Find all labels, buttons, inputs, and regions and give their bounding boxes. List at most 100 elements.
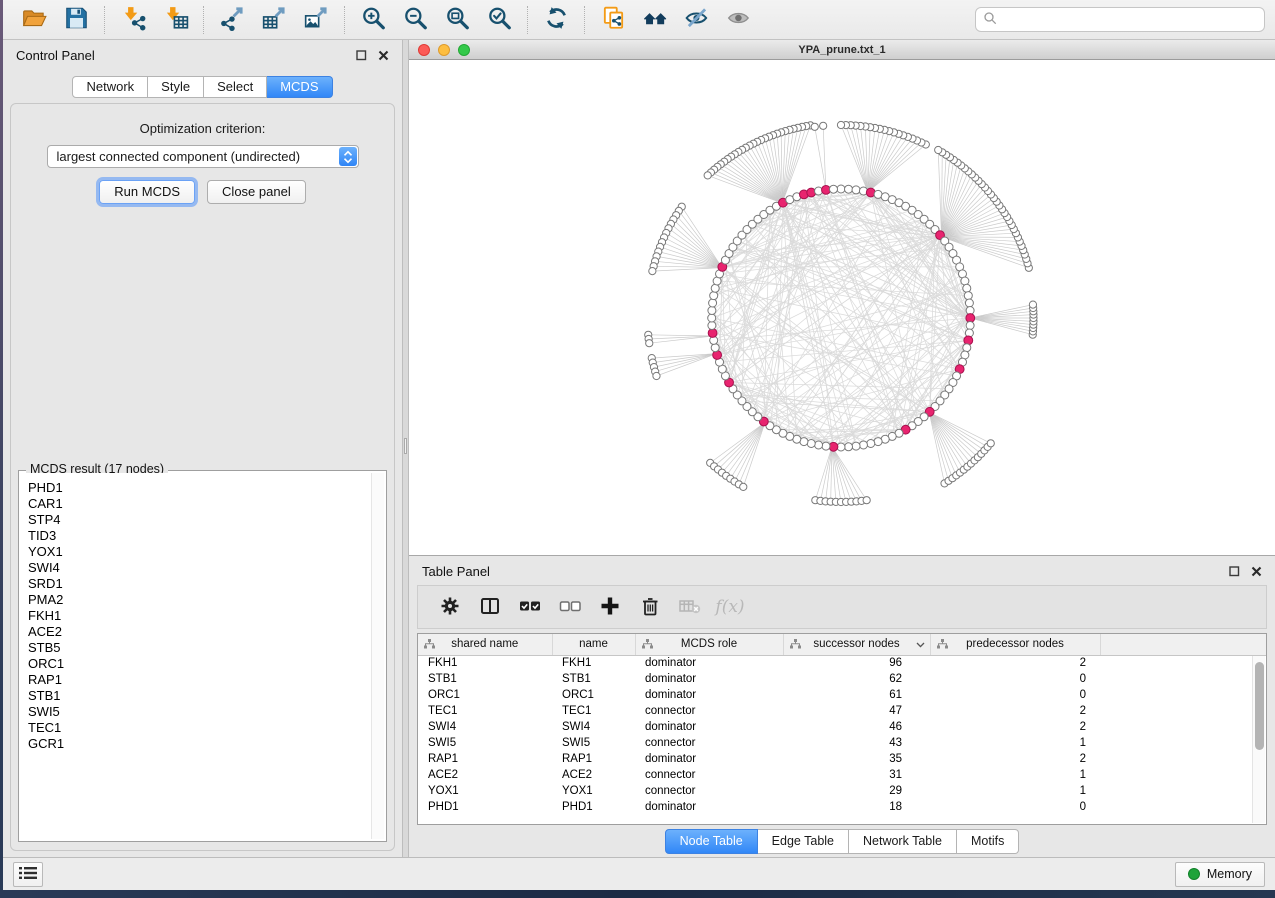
table-cell[interactable]: ACE2 bbox=[552, 767, 635, 783]
tab-network-table[interactable]: Network Table bbox=[849, 829, 957, 854]
graph-node[interactable] bbox=[965, 299, 973, 307]
table-cell[interactable]: 1 bbox=[930, 767, 1100, 783]
table-row[interactable]: TEC1TEC1connector472 bbox=[418, 703, 1266, 719]
column-header-shared-name[interactable]: shared name bbox=[418, 634, 552, 655]
table-cell[interactable]: dominator bbox=[635, 719, 783, 735]
export-image-button[interactable] bbox=[295, 3, 337, 37]
table-cell[interactable]: 1 bbox=[930, 783, 1100, 799]
graph-node[interactable] bbox=[815, 441, 823, 449]
table-cell[interactable]: 0 bbox=[930, 687, 1100, 703]
graph-node[interactable] bbox=[961, 277, 969, 285]
search-input[interactable] bbox=[1002, 13, 1257, 27]
refresh-layout-button[interactable] bbox=[535, 3, 577, 37]
float-panel-icon[interactable] bbox=[355, 49, 368, 62]
table-cell[interactable]: SWI5 bbox=[552, 735, 635, 751]
mcds-result-item[interactable]: STB5 bbox=[28, 640, 370, 656]
table-cell[interactable]: 0 bbox=[930, 799, 1100, 815]
table-cell[interactable]: 0 bbox=[930, 671, 1100, 687]
table-cell[interactable]: connector bbox=[635, 735, 783, 751]
table-cell[interactable]: 2 bbox=[930, 751, 1100, 767]
graph-node[interactable] bbox=[1029, 301, 1036, 308]
table-cell[interactable]: 1 bbox=[930, 735, 1100, 751]
column-header-successor-nodes[interactable]: successor nodes bbox=[783, 634, 930, 655]
graph-node[interactable] bbox=[653, 372, 660, 379]
mcds-result-item[interactable]: TEC1 bbox=[28, 720, 370, 736]
graph-node[interactable] bbox=[708, 322, 716, 330]
graph-node[interactable] bbox=[963, 284, 971, 292]
table-cell[interactable]: 43 bbox=[783, 735, 930, 751]
mcds-result-item[interactable]: SRD1 bbox=[28, 576, 370, 592]
close-window-icon[interactable] bbox=[418, 44, 430, 56]
table-row[interactable]: YOX1YOX1connector291 bbox=[418, 783, 1266, 799]
table-cell[interactable]: 46 bbox=[783, 719, 930, 735]
graph-node[interactable] bbox=[867, 440, 875, 448]
table-cell[interactable]: FKH1 bbox=[418, 655, 552, 671]
tab-style[interactable]: Style bbox=[148, 76, 204, 98]
table-cell[interactable]: STB1 bbox=[418, 671, 552, 687]
graph-node[interactable] bbox=[822, 442, 830, 450]
graph-node[interactable] bbox=[807, 440, 815, 448]
graph-node[interactable] bbox=[711, 344, 719, 352]
tab-motifs[interactable]: Motifs bbox=[957, 829, 1019, 854]
graph-node[interactable] bbox=[811, 123, 818, 130]
table-scrollbar-thumb[interactable] bbox=[1255, 662, 1264, 750]
table-cell[interactable]: PHD1 bbox=[552, 799, 635, 815]
graph-node[interactable] bbox=[709, 299, 717, 307]
memory-button[interactable]: Memory bbox=[1175, 862, 1265, 887]
graph-node[interactable] bbox=[859, 441, 867, 449]
mcds-result-item[interactable]: STB1 bbox=[28, 688, 370, 704]
table-cell[interactable]: 61 bbox=[783, 687, 930, 703]
zoom-out-button[interactable] bbox=[394, 3, 436, 37]
graph-node[interactable] bbox=[708, 307, 716, 315]
graph-node[interactable] bbox=[649, 268, 656, 275]
hide-selected-button[interactable] bbox=[676, 3, 718, 37]
column-header-name[interactable]: name bbox=[552, 634, 635, 655]
mcds-result-item[interactable]: RAP1 bbox=[28, 672, 370, 688]
table-cell[interactable]: 62 bbox=[783, 671, 930, 687]
table-cell[interactable]: ACE2 bbox=[418, 767, 552, 783]
vertical-splitter[interactable] bbox=[402, 40, 409, 857]
zoom-in-button[interactable] bbox=[352, 3, 394, 37]
graph-node[interactable] bbox=[845, 443, 853, 451]
tab-edge-table[interactable]: Edge Table bbox=[758, 829, 849, 854]
table-row[interactable]: FKH1FKH1dominator962 bbox=[418, 655, 1266, 671]
table-cell[interactable]: 31 bbox=[783, 767, 930, 783]
show-panels-button[interactable] bbox=[13, 862, 43, 887]
close-panel-button[interactable]: Close panel bbox=[207, 180, 306, 204]
export-network-button[interactable] bbox=[211, 3, 253, 37]
table-cell[interactable]: connector bbox=[635, 767, 783, 783]
column-header-mcds-role[interactable]: MCDS role bbox=[635, 634, 783, 655]
table-row[interactable]: PHD1PHD1dominator180 bbox=[418, 799, 1266, 815]
graph-node[interactable] bbox=[845, 185, 853, 193]
mcds-result-item[interactable]: ORC1 bbox=[28, 656, 370, 672]
table-cell[interactable]: ORC1 bbox=[552, 687, 635, 703]
zoom-selected-button[interactable] bbox=[478, 3, 520, 37]
new-column-button[interactable] bbox=[590, 589, 630, 625]
delete-column-button[interactable] bbox=[630, 589, 670, 625]
table-row[interactable]: ORC1ORC1dominator610 bbox=[418, 687, 1266, 703]
mcds-list-scrollbar[interactable] bbox=[371, 473, 384, 839]
graph-node[interactable] bbox=[964, 292, 972, 300]
mcds-result-item[interactable]: FKH1 bbox=[28, 608, 370, 624]
table-cell[interactable]: dominator bbox=[635, 799, 783, 815]
graph-node[interactable] bbox=[966, 322, 974, 330]
table-cell[interactable]: RAP1 bbox=[552, 751, 635, 767]
table-cell[interactable]: RAP1 bbox=[418, 751, 552, 767]
table-cell[interactable]: 18 bbox=[783, 799, 930, 815]
mcds-result-item[interactable]: SWI5 bbox=[28, 704, 370, 720]
graph-node[interactable] bbox=[646, 340, 653, 347]
graph-node[interactable] bbox=[852, 442, 860, 450]
table-cell[interactable]: STB1 bbox=[552, 671, 635, 687]
graph-node[interactable] bbox=[708, 314, 716, 322]
zoom-fit-button[interactable] bbox=[436, 3, 478, 37]
table-cell[interactable]: 47 bbox=[783, 703, 930, 719]
table-cell[interactable]: connector bbox=[635, 783, 783, 799]
tab-network[interactable]: Network bbox=[72, 76, 148, 98]
mcds-result-item[interactable]: TID3 bbox=[28, 528, 370, 544]
table-cell[interactable]: SWI5 bbox=[418, 735, 552, 751]
graph-node[interactable] bbox=[935, 146, 942, 153]
table-row[interactable]: RAP1RAP1dominator352 bbox=[418, 751, 1266, 767]
table-cell[interactable]: TEC1 bbox=[418, 703, 552, 719]
mcds-result-item[interactable]: GCR1 bbox=[28, 736, 370, 752]
graph-node[interactable] bbox=[852, 186, 860, 194]
